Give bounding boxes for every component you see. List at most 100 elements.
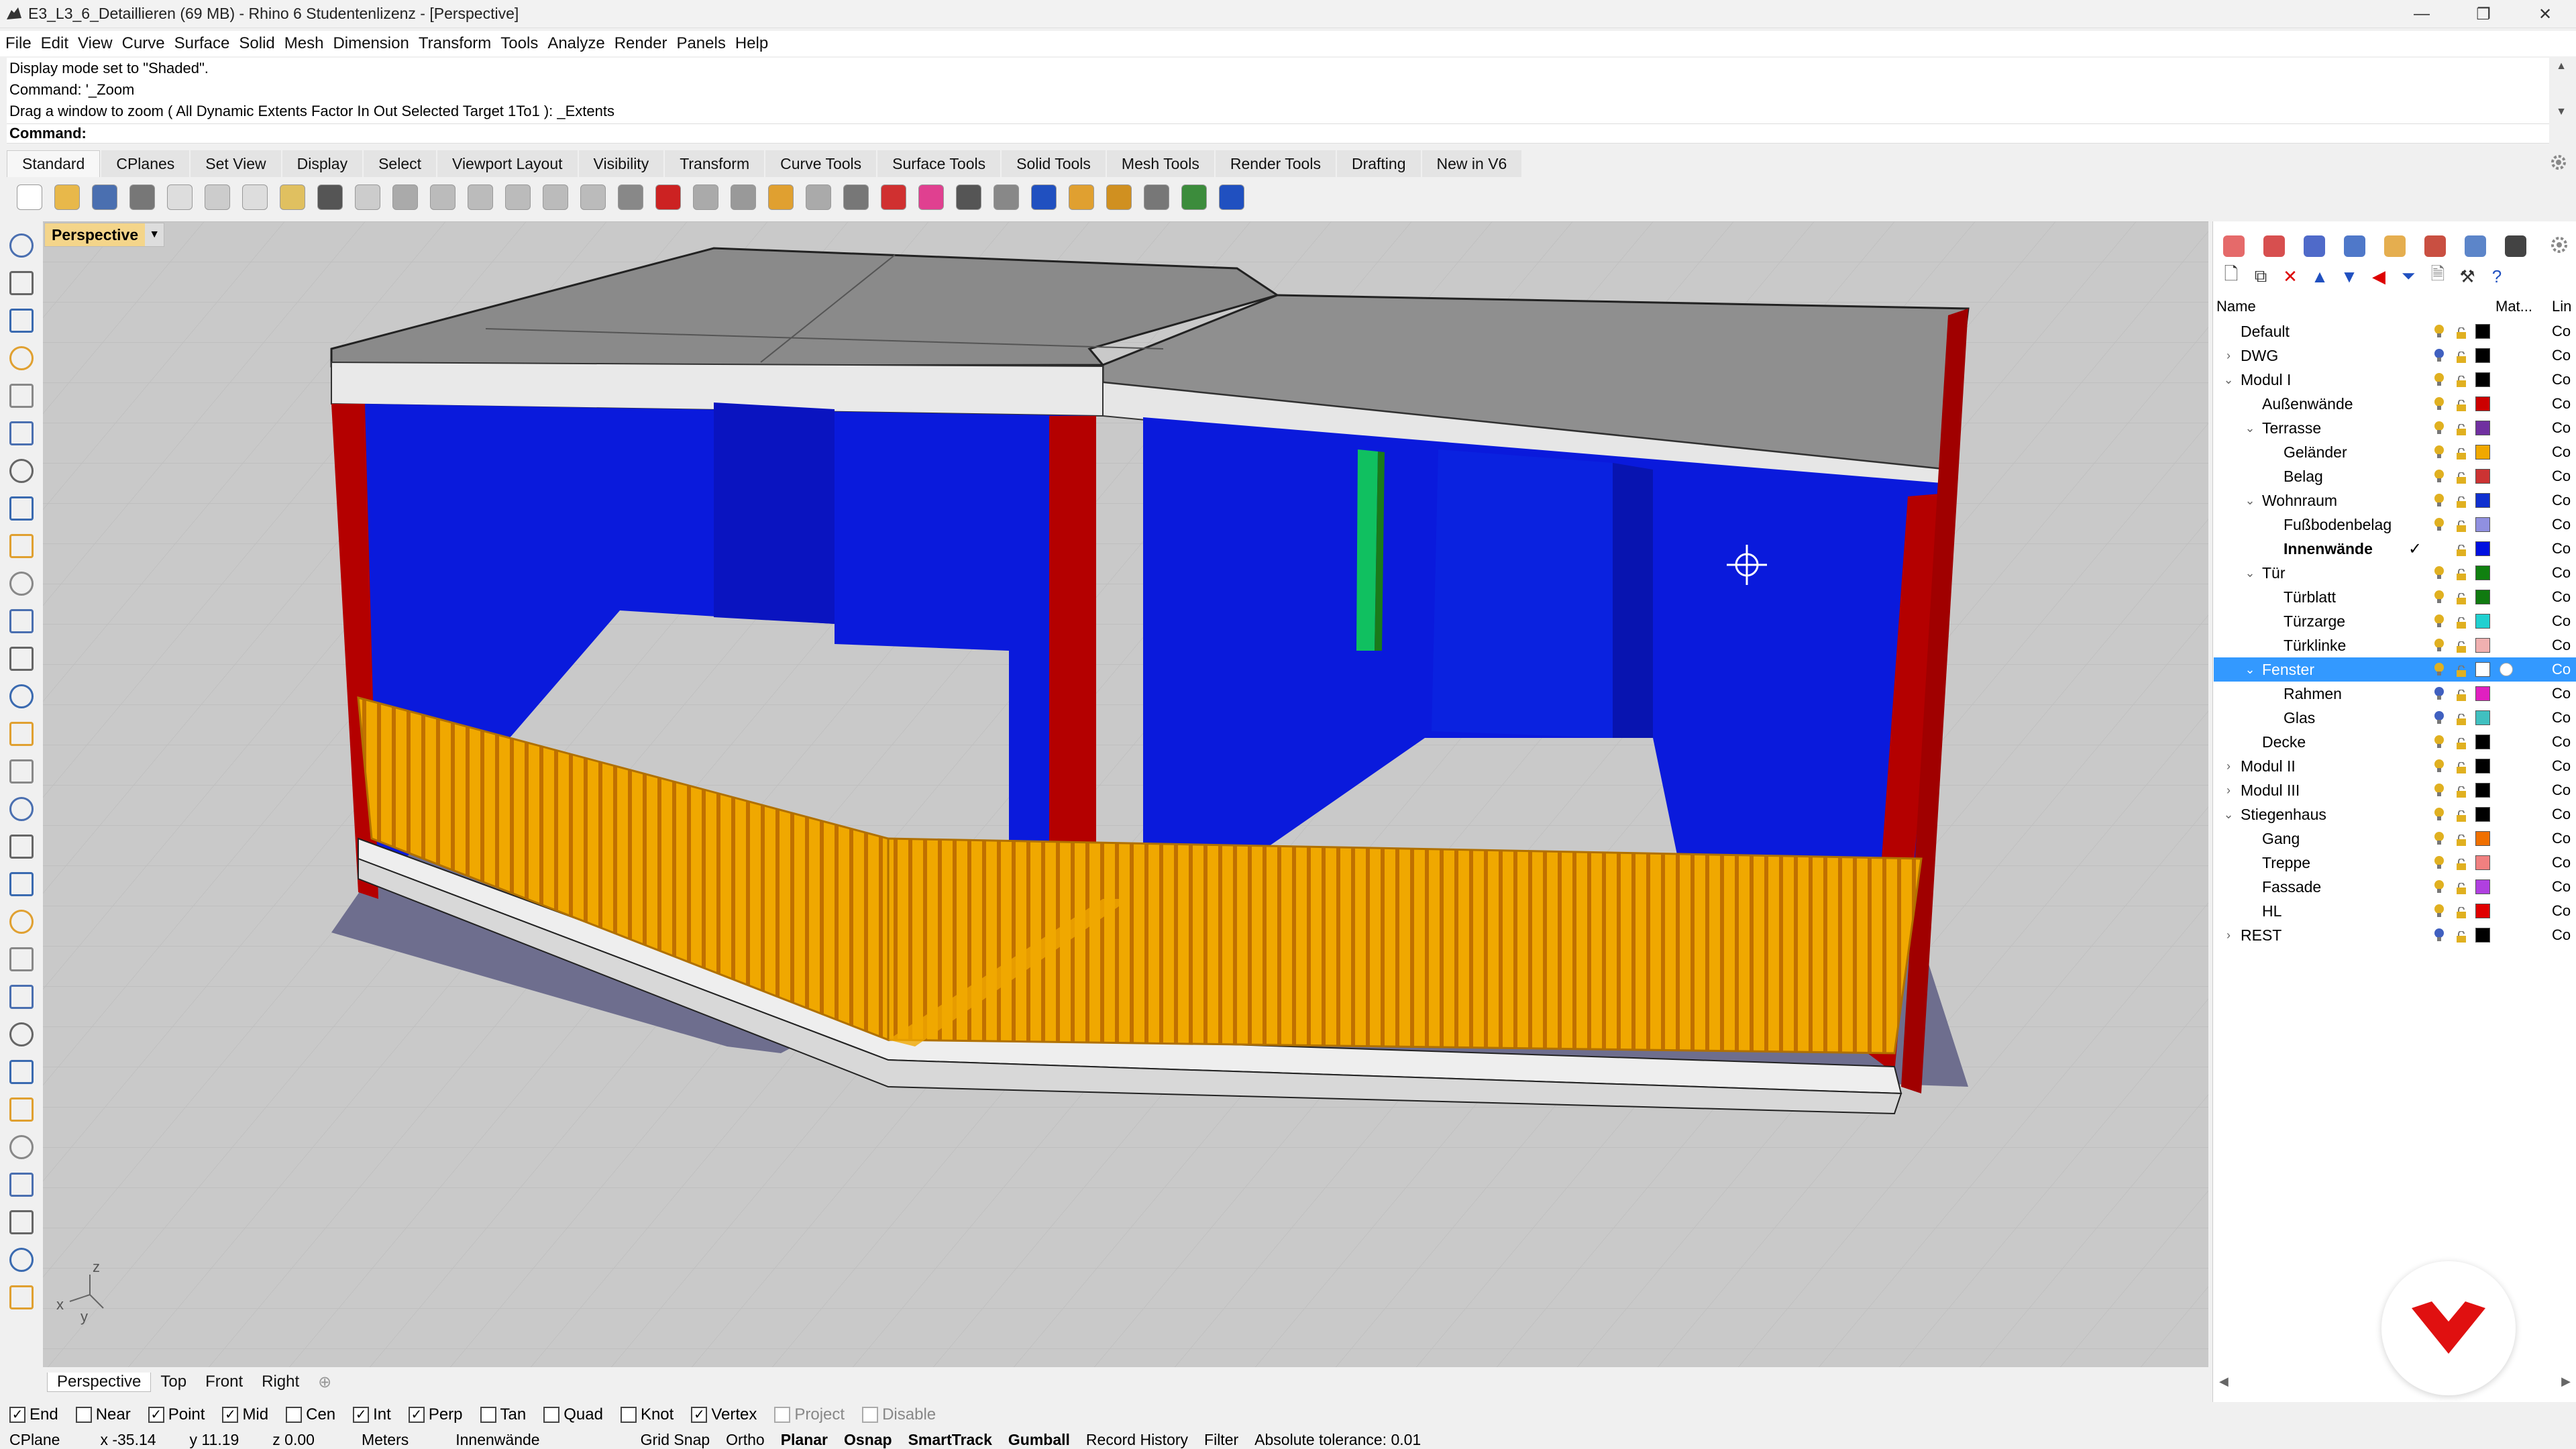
rectangle-tool[interactable] [3, 527, 40, 565]
layer-color-swatch[interactable] [2475, 928, 2490, 943]
menu-solid[interactable]: Solid [239, 34, 274, 53]
linetype-label[interactable]: Co [2552, 492, 2571, 509]
perspective-viewport[interactable]: z x y [43, 221, 2208, 1367]
rotate-view-button[interactable] [388, 180, 423, 215]
layer-color-swatch[interactable] [2475, 879, 2490, 894]
tab-mesh-tools[interactable]: Mesh Tools [1106, 150, 1214, 177]
mesh-tool[interactable] [3, 865, 40, 903]
layer-color-swatch[interactable] [2475, 710, 2490, 725]
history-scroll-down-icon[interactable]: ▼ [2553, 106, 2569, 118]
layer-name[interactable]: Fußbodenbelag [2284, 516, 2392, 534]
lock-icon[interactable] [2455, 543, 2467, 556]
text-tool[interactable] [3, 1128, 40, 1166]
layer-name[interactable]: Innenwände [2284, 540, 2373, 558]
linetype-label[interactable]: Co [2552, 733, 2571, 751]
layer-name[interactable]: Belag [2284, 468, 2323, 486]
osnap-cen[interactable]: Cen [286, 1405, 335, 1424]
visibility-bulb-icon[interactable] [2433, 324, 2445, 339]
linetype-label[interactable]: Co [2552, 347, 2571, 364]
menu-view[interactable]: View [78, 34, 113, 53]
header-material[interactable]: Mat... [2496, 298, 2532, 315]
layer-row[interactable]: › REST Co [2214, 923, 2576, 947]
lock-icon[interactable] [2455, 881, 2467, 894]
menu-analyze[interactable]: Analyze [547, 34, 604, 53]
layer-name[interactable]: Rahmen [2284, 685, 2342, 703]
lock-icon[interactable] [2455, 494, 2467, 508]
viewport-title-tab[interactable]: Perspective ▼ [44, 223, 165, 247]
lock-icon[interactable] [2455, 905, 2467, 918]
undo-view-button[interactable] [576, 180, 610, 215]
osnap-vertex[interactable]: ✓ Vertex [691, 1405, 757, 1424]
layer-name[interactable]: Decke [2262, 733, 2306, 751]
visibility-bulb-icon[interactable] [2433, 855, 2445, 870]
camera-tab[interactable] [2496, 229, 2536, 263]
layer-name[interactable]: Türklinke [2284, 637, 2346, 655]
osnap-checkbox[interactable]: ✓ [408, 1407, 425, 1423]
visibility-bulb-icon[interactable] [2433, 445, 2445, 460]
osnap-checkbox[interactable] [620, 1407, 637, 1423]
lock-icon[interactable] [2455, 446, 2467, 460]
layer-row[interactable]: ⌄ Fenster Co [2214, 657, 2576, 682]
display-panel-tab[interactable] [2455, 229, 2496, 263]
lock-icon[interactable] [2455, 857, 2467, 870]
dimension-tool-tool[interactable] [3, 978, 40, 1016]
osnap-checkbox[interactable] [286, 1407, 303, 1423]
layer-name[interactable]: Fenster [2262, 661, 2314, 679]
linetype-label[interactable]: Co [2552, 419, 2571, 437]
osnap-checkbox[interactable] [480, 1407, 496, 1423]
menu-transform[interactable]: Transform [419, 34, 491, 53]
help-layer-icon[interactable]: ? [2482, 263, 2512, 290]
lock-icon[interactable] [2455, 808, 2467, 822]
layer-name[interactable]: Wohnraum [2262, 492, 2337, 510]
lock-icon[interactable] [2455, 350, 2467, 363]
lock-icon[interactable] [2455, 567, 2467, 580]
scroll-left-icon[interactable]: ◀ [2219, 1375, 2229, 1389]
layer-row[interactable]: ⌄ Tür Co [2214, 561, 2576, 585]
menu-tools[interactable]: Tools [500, 34, 538, 53]
visibility-bulb-icon[interactable] [2433, 469, 2445, 484]
lock-button[interactable] [839, 180, 873, 215]
lock-icon[interactable] [2455, 688, 2467, 701]
layer-row[interactable]: ⌄ Terrasse Co [2214, 416, 2576, 440]
tab-render-tools[interactable]: Render Tools [1215, 150, 1336, 177]
osnap-checkbox[interactable] [774, 1407, 791, 1423]
tab-curve-tools[interactable]: Curve Tools [765, 150, 877, 177]
scale-tool[interactable] [3, 1203, 40, 1241]
linetype-label[interactable]: Co [2552, 782, 2571, 799]
lock-icon[interactable] [2455, 760, 2467, 773]
render-panel-tab[interactable] [2294, 229, 2334, 263]
material-button[interactable] [876, 180, 911, 215]
layer-row[interactable]: Treppe Co [2214, 851, 2576, 875]
layer-row[interactable]: Türklinke Co [2214, 633, 2576, 657]
color-wheel-button[interactable] [914, 180, 949, 215]
visibility-bulb-icon[interactable] [2433, 879, 2445, 894]
linetype-label[interactable]: Co [2552, 878, 2571, 896]
move-parent-icon[interactable]: ◀ [2364, 263, 2394, 290]
command-input[interactable] [90, 125, 2549, 142]
visibility-bulb-icon[interactable] [2433, 590, 2445, 604]
edit-points-tool[interactable] [3, 1241, 40, 1279]
linetype-label[interactable]: Co [2552, 443, 2571, 461]
filter-icon[interactable]: ⏷ [2394, 263, 2423, 290]
viewport-tab-top[interactable]: Top [151, 1373, 196, 1391]
open-file-button[interactable] [50, 180, 85, 215]
help-button[interactable] [1214, 180, 1249, 215]
rhino-app-icon[interactable] [4, 4, 24, 24]
layer-name[interactable]: Glas [2284, 709, 2315, 727]
visibility-bulb-icon[interactable] [2433, 831, 2445, 846]
cplane-button[interactable] [726, 180, 761, 215]
blend-tool[interactable] [3, 1091, 40, 1128]
layer-color-swatch[interactable] [2475, 324, 2490, 339]
layer-color-swatch[interactable] [2475, 807, 2490, 822]
osnap-mid[interactable]: ✓ Mid [222, 1405, 268, 1424]
layer-color-swatch[interactable] [2475, 421, 2490, 435]
linetype-label[interactable]: Co [2552, 516, 2571, 533]
layer-color-swatch[interactable] [2475, 566, 2490, 580]
layer-row[interactable]: ⌄ Stiegenhaus Co [2214, 802, 2576, 826]
linetype-label[interactable]: Co [2552, 685, 2571, 702]
layer-row[interactable]: Fußbodenbelag Co [2214, 513, 2576, 537]
layer-row[interactable]: ⌄ Modul I Co [2214, 368, 2576, 392]
select-button[interactable] [763, 180, 798, 215]
ellipse-tool[interactable] [3, 452, 40, 490]
grid-plane-button[interactable] [688, 180, 723, 215]
